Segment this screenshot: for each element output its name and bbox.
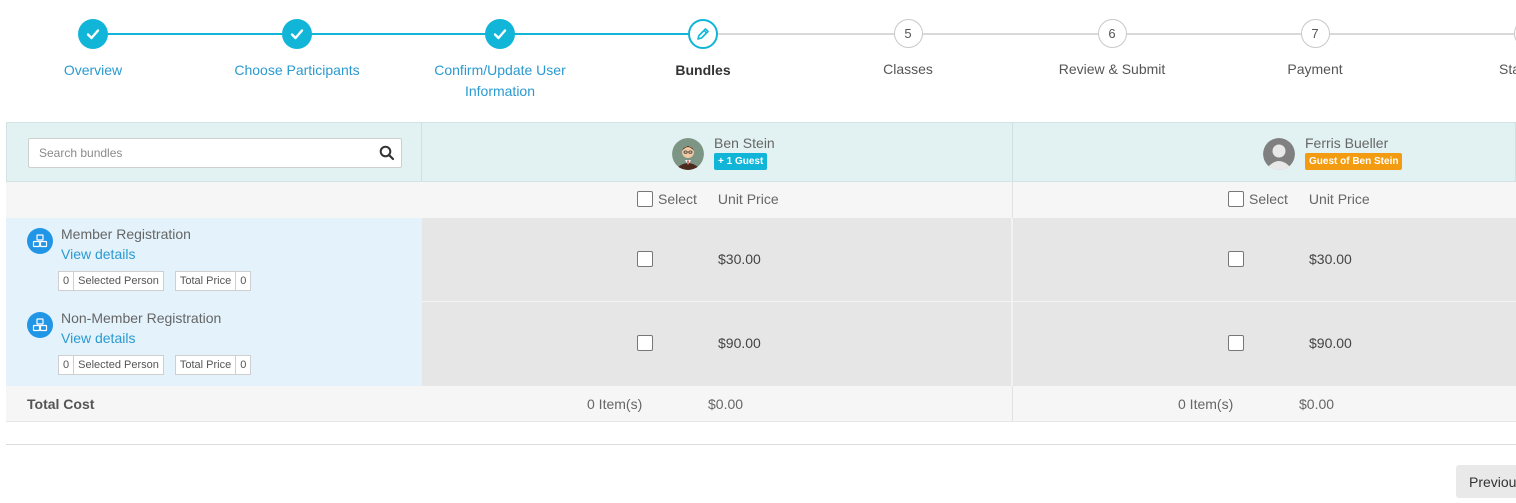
step-overview[interactable]: Overview: [0, 19, 193, 81]
select-all-group: Select Unit Price: [1228, 191, 1370, 207]
step-number: 7: [1300, 19, 1330, 48]
participant-card: Ferris Bueller Guest of Ben Stein: [1263, 135, 1403, 170]
step-label: Sta: [1499, 61, 1516, 77]
guest-badge: + 1 Guest: [714, 153, 768, 170]
check-icon: [485, 19, 515, 49]
select-label: Select: [658, 191, 697, 207]
footer-divider: [6, 444, 1516, 445]
step-label: Review & Submit: [1058, 61, 1166, 77]
step-confirm-user-info[interactable]: Confirm/Update User Information: [410, 19, 590, 102]
guest-badge: Guest of Ben Stein: [1305, 153, 1403, 170]
unit-price: $30.00: [718, 251, 761, 267]
bundle-checkbox[interactable]: [637, 251, 653, 267]
bundle-stats: 0 Selected Person Total Price 0: [58, 355, 252, 375]
participant-name: Ferris Bueller: [1305, 135, 1389, 151]
select-label: Select: [1249, 191, 1288, 207]
column-subheader: Select Unit Price Select Unit Price: [6, 182, 1516, 218]
table-header: Ben Stein + 1 Guest Ferris Bueller Guest…: [6, 122, 1516, 182]
step-label: Bundles: [675, 62, 731, 78]
bundle-checkbox[interactable]: [637, 335, 653, 351]
participant-header-ben-stein: Ben Stein + 1 Guest: [422, 123, 1013, 181]
step-label: Classes: [883, 61, 933, 77]
step-label: Overview: [63, 62, 123, 78]
select-all-group: Select Unit Price: [637, 191, 779, 207]
subheader-empty: [6, 182, 422, 218]
bundle-cell-ben-stein: $30.00: [422, 218, 1013, 302]
subheader-ferris-bueller: Select Unit Price: [1013, 182, 1516, 218]
step-bundles[interactable]: Bundles: [603, 19, 803, 81]
total-items: 0 Item(s): [1178, 396, 1234, 412]
check-icon: [282, 19, 312, 49]
total-cost-value: $0.00: [708, 396, 744, 412]
view-details-link[interactable]: View details: [61, 246, 135, 262]
total-cost-row: Total Cost 0 Item(s) $0.00 0 Item(s) $0.…: [6, 386, 1516, 422]
step-review-submit[interactable]: 6 Review & Submit: [1012, 19, 1212, 80]
user-placeholder-icon: [1263, 138, 1295, 170]
total-price-value: 0: [236, 271, 252, 291]
step-label: Confirm/Update User Information: [434, 62, 566, 99]
unit-price-label: Unit Price: [717, 191, 779, 207]
total-ferris-bueller: 0 Item(s) $0.00: [1013, 386, 1516, 421]
unit-price-label: Unit Price: [1308, 191, 1370, 207]
search-cell: [6, 123, 422, 181]
bundle-info: Non-Member Registration View details 0 S…: [6, 302, 422, 386]
check-icon: [78, 19, 108, 49]
select-all-checkbox[interactable]: [1228, 191, 1244, 207]
total-price-value: 0: [236, 355, 252, 375]
bundle-stats: 0 Selected Person Total Price 0: [58, 271, 252, 291]
search-input[interactable]: [29, 139, 359, 167]
total-items: 0 Item(s): [587, 396, 643, 412]
step-number: 5: [893, 19, 923, 48]
view-details-link[interactable]: View details: [61, 330, 135, 346]
selected-person-label: Selected Person: [74, 355, 164, 375]
total-cost-label: Total Cost: [27, 396, 95, 412]
subheader-ben-stein: Select Unit Price: [422, 182, 1013, 218]
table-row: Member Registration View details 0 Selec…: [6, 218, 1516, 302]
bundle-cell-ben-stein: $90.00: [422, 302, 1013, 386]
selected-count: 0: [58, 355, 75, 375]
select-all-checkbox[interactable]: [637, 191, 653, 207]
total-price-label: Total Price: [174, 355, 237, 375]
step-classes[interactable]: 5 Classes: [808, 19, 1008, 80]
bundle-cell-ferris-bueller: $90.00: [1013, 302, 1516, 386]
step-number: 6: [1097, 19, 1127, 48]
unit-price: $90.00: [1309, 335, 1352, 351]
bundle-info: Member Registration View details 0 Selec…: [6, 218, 422, 302]
bundle-name: Non-Member Registration: [61, 310, 222, 326]
bundle-checkbox[interactable]: [1228, 251, 1244, 267]
bundle-icon: [27, 228, 53, 254]
step-payment[interactable]: 7 Payment: [1215, 19, 1415, 80]
bundle-cell-ferris-bueller: $30.00: [1013, 218, 1516, 302]
unit-price: $30.00: [1309, 251, 1352, 267]
search-box: [28, 138, 402, 168]
step-label: Choose Participants: [234, 62, 360, 78]
table-row: Non-Member Registration View details 0 S…: [6, 302, 1516, 386]
avatar: [672, 138, 704, 170]
pencil-icon: [688, 19, 718, 49]
total-label-cell: Total Cost: [6, 386, 422, 421]
bundle-name: Member Registration: [61, 226, 191, 242]
selected-count: 0: [58, 271, 75, 291]
search-icon[interactable]: [379, 145, 395, 161]
participant-header-ferris-bueller: Ferris Bueller Guest of Ben Stein: [1013, 123, 1516, 181]
bundle-checkbox[interactable]: [1228, 335, 1244, 351]
total-ben-stein: 0 Item(s) $0.00: [422, 386, 1013, 421]
bundle-icon: [27, 312, 53, 338]
progress-stepper: Overview Choose Participants Confirm/Upd…: [0, 0, 1516, 120]
participant-card: Ben Stein + 1 Guest: [672, 135, 775, 170]
step-choose-participants[interactable]: Choose Participants: [197, 19, 397, 81]
bundles-table: Ben Stein + 1 Guest Ferris Bueller Guest…: [6, 122, 1516, 422]
selected-person-label: Selected Person: [74, 271, 164, 291]
unit-price: $90.00: [718, 335, 761, 351]
total-cost-value: $0.00: [1299, 396, 1335, 412]
participant-name: Ben Stein: [714, 135, 775, 151]
previous-button[interactable]: Previous: [1456, 465, 1516, 498]
step-label: Payment: [1287, 61, 1343, 77]
total-price-label: Total Price: [174, 271, 237, 291]
